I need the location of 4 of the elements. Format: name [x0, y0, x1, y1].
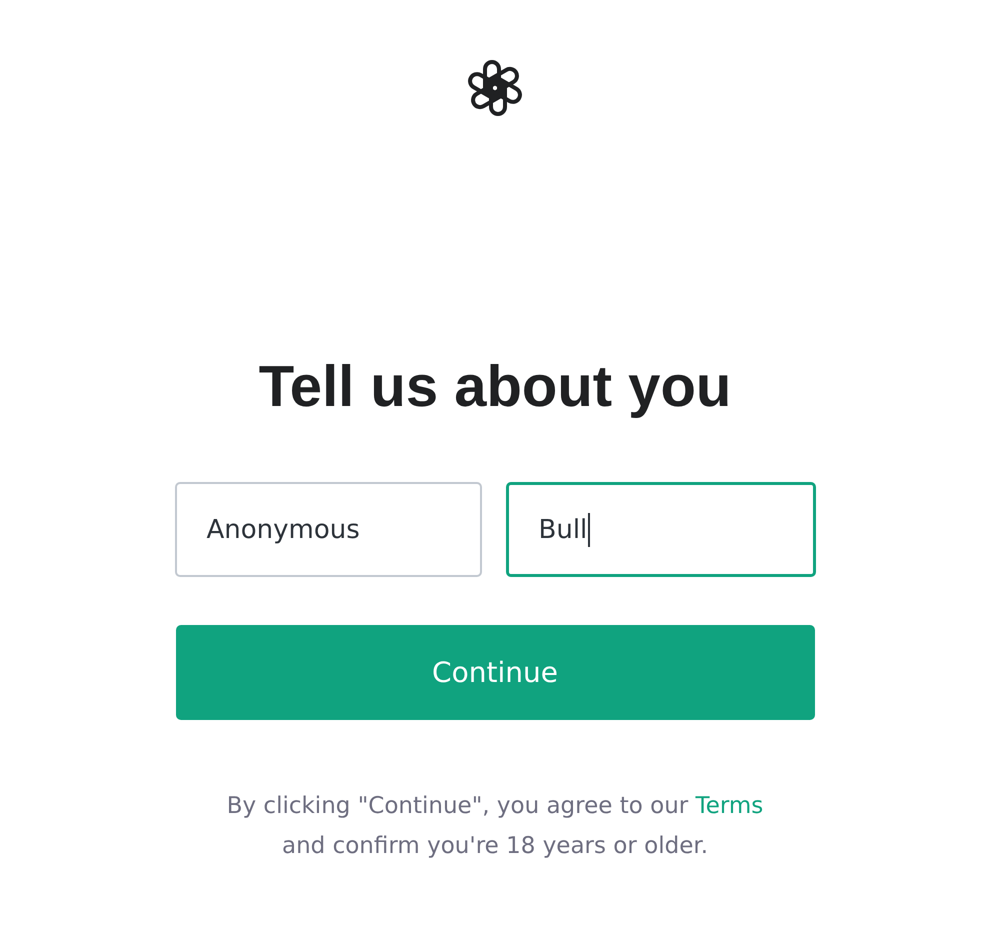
- input-field[interactable]: Bull: [506, 482, 816, 577]
- page-heading: Tell us about you: [258, 353, 732, 421]
- terms-notice: By clicking "Continue", you agree to our Terms and confirm you're 18 years or older.: [226, 792, 764, 861]
- input-field[interactable]: Anonymous: [174, 482, 482, 577]
